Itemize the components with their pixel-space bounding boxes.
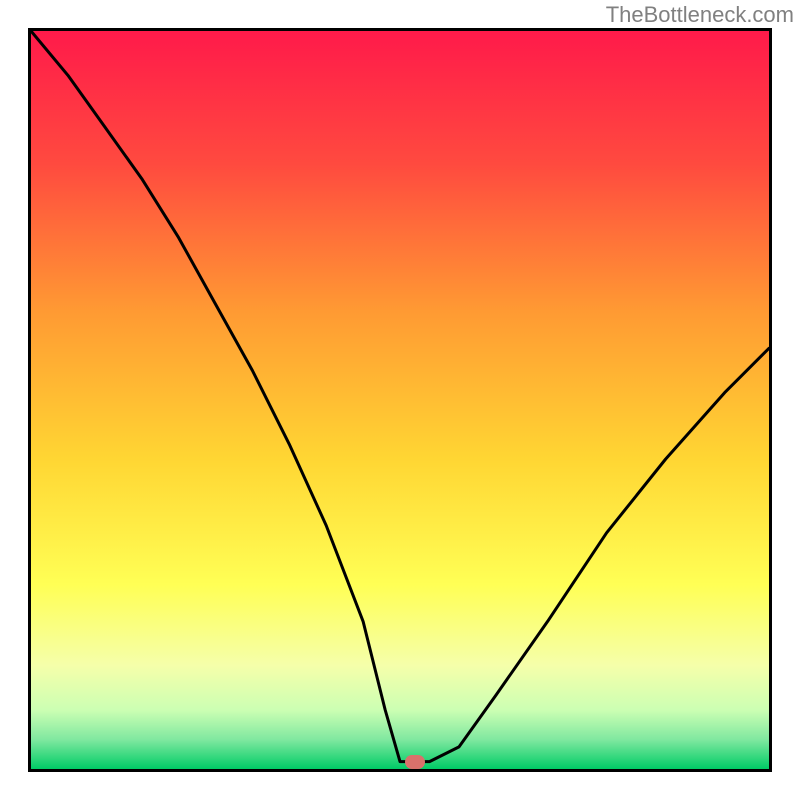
optimal-point-marker (405, 755, 425, 769)
plot-area (28, 28, 772, 772)
watermark-text: TheBottleneck.com (606, 2, 794, 28)
chart-container: TheBottleneck.com (0, 0, 800, 800)
bottleneck-curve (31, 31, 769, 769)
